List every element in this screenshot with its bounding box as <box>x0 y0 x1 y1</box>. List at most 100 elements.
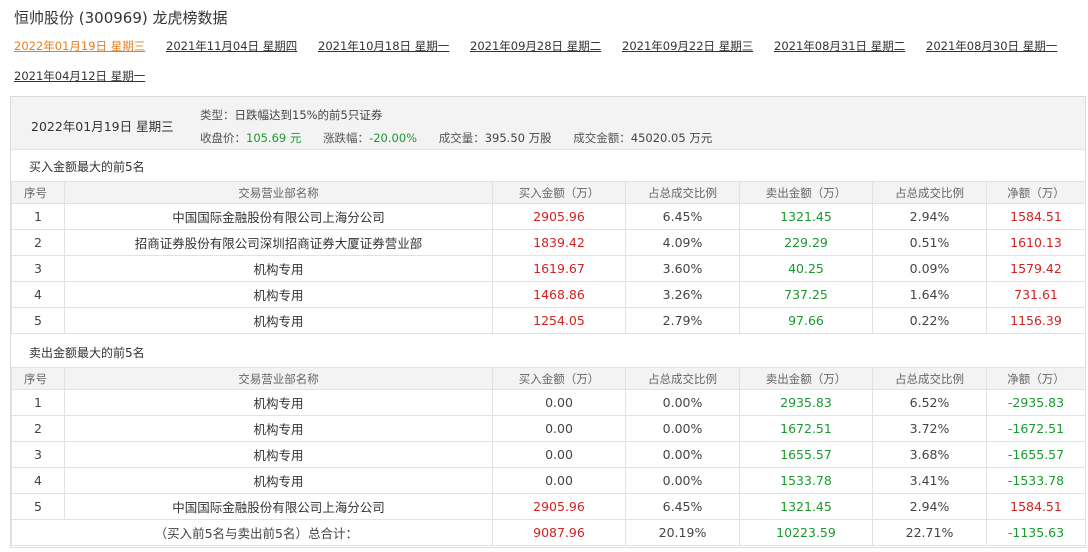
sell-amount: 737.25 <box>739 281 873 308</box>
total-sell-amount: 10223.59 <box>739 519 873 546</box>
row-index: 5 <box>11 307 65 334</box>
close-value: 105.69 元 <box>246 131 302 145</box>
table-row: 5 机构专用 1254.05 2.79% 97.66 0.22% 1156.39 <box>11 307 1086 334</box>
buy-amount: 1254.05 <box>492 307 626 334</box>
sell-amount: 1655.57 <box>739 441 873 468</box>
summary-type-line: 类型：日跌幅达到15%的前5只证券 <box>200 107 382 123</box>
buy-amount: 2905.96 <box>492 493 626 520</box>
buy-amount: 1839.42 <box>492 229 626 256</box>
buy-top5-table: 序号 交易营业部名称 买入金额（万） 占总成交比例 卖出金额（万） 占总成交比例… <box>11 181 1086 334</box>
broker-name: 招商证券股份有限公司深圳招商证券大厦证券营业部 <box>64 229 493 256</box>
row-index: 4 <box>11 467 65 494</box>
net-amount: 1584.51 <box>986 203 1086 230</box>
sell-amount: 229.29 <box>739 229 873 256</box>
date-tab-20211018[interactable]: 2021年10月18日 星期一 <box>318 38 449 54</box>
page-title: 恒帅股份 (300969) 龙虎榜数据 <box>14 9 228 27</box>
broker-name: 中国国际金融股份有限公司上海分公司 <box>64 203 493 230</box>
date-tab-20210928[interactable]: 2021年09月28日 星期二 <box>470 38 601 54</box>
date-tab-20220119[interactable]: 2022年01月19日 星期三 <box>14 38 145 54</box>
sell-top5-table: 序号 交易营业部名称 买入金额（万） 占总成交比例 卖出金额（万） 占总成交比例… <box>11 367 1086 546</box>
date-tab-20210922[interactable]: 2021年09月22日 星期三 <box>622 38 753 54</box>
sell-ratio: 2.94% <box>872 493 987 520</box>
buy-ratio: 0.00% <box>625 467 740 494</box>
sell-amount: 1321.45 <box>739 493 873 520</box>
col-header-buy-pct: 占总成交比例 <box>625 367 740 390</box>
col-header-sell-pct: 占总成交比例 <box>872 181 987 204</box>
close-label: 收盘价： <box>200 131 246 145</box>
volume-label: 成交量： <box>438 131 485 145</box>
buy-section-title: 买入金额最大的前5名 <box>29 160 145 174</box>
buy-ratio: 6.45% <box>625 203 740 230</box>
net-amount: 1584.51 <box>986 493 1086 520</box>
sell-ratio: 0.22% <box>872 307 987 334</box>
buy-amount: 0.00 <box>492 389 626 416</box>
table-row: 3 机构专用 1619.67 3.60% 40.25 0.09% 1579.42 <box>11 255 1086 282</box>
broker-name: 中国国际金融股份有限公司上海分公司 <box>64 493 493 520</box>
col-header-sell: 卖出金额（万） <box>739 181 873 204</box>
sell-ratio: 6.52% <box>872 389 987 416</box>
buy-amount: 1619.67 <box>492 255 626 282</box>
col-header-sell: 卖出金额（万） <box>739 367 873 390</box>
buy-amount: 2905.96 <box>492 203 626 230</box>
sell-amount: 97.66 <box>739 307 873 334</box>
table-row: 4 机构专用 1468.86 3.26% 737.25 1.64% 731.61 <box>11 281 1086 308</box>
col-header-index: 序号 <box>11 181 65 204</box>
row-index: 3 <box>11 255 65 282</box>
sell-ratio: 3.41% <box>872 467 987 494</box>
sell-section-title: 卖出金额最大的前5名 <box>29 346 145 360</box>
table-row: 2 机构专用 0.00 0.00% 1672.51 3.72% -1672.51 <box>11 415 1086 442</box>
dragon-tiger-panel: 2022年01月19日 星期三 类型：日跌幅达到15%的前5只证券 收盘价：10… <box>10 96 1086 548</box>
volume-value: 395.50 万股 <box>484 131 552 145</box>
table-row: 1 机构专用 0.00 0.00% 2935.83 6.52% -2935.83 <box>11 389 1086 416</box>
buy-amount: 0.00 <box>492 415 626 442</box>
date-tab-20210831[interactable]: 2021年08月31日 星期二 <box>774 38 905 54</box>
buy-ratio: 3.60% <box>625 255 740 282</box>
sell-amount: 1321.45 <box>739 203 873 230</box>
buy-ratio: 0.00% <box>625 441 740 468</box>
net-amount: -1672.51 <box>986 415 1086 442</box>
col-header-buy: 买入金额（万） <box>492 181 626 204</box>
table-header-row: 序号 交易营业部名称 买入金额（万） 占总成交比例 卖出金额（万） 占总成交比例… <box>11 367 1086 390</box>
amount-value: 45020.05 万元 <box>630 131 713 145</box>
buy-amount: 0.00 <box>492 441 626 468</box>
summary-box: 2022年01月19日 星期三 类型：日跌幅达到15%的前5只证券 收盘价：10… <box>11 97 1085 150</box>
buy-ratio: 0.00% <box>625 415 740 442</box>
net-amount: 1579.42 <box>986 255 1086 282</box>
date-tab-20210830[interactable]: 2021年08月30日 星期一 <box>926 38 1057 54</box>
net-amount: -2935.83 <box>986 389 1086 416</box>
sell-ratio: 3.68% <box>872 441 987 468</box>
total-buy-ratio: 20.19% <box>625 519 740 546</box>
net-amount: 1156.39 <box>986 307 1086 334</box>
sell-ratio: 0.09% <box>872 255 987 282</box>
broker-name: 机构专用 <box>64 415 493 442</box>
broker-name: 机构专用 <box>64 389 493 416</box>
amount-label: 成交金额： <box>573 131 631 145</box>
net-amount: 731.61 <box>986 281 1086 308</box>
sell-ratio: 2.94% <box>872 203 987 230</box>
buy-ratio: 2.79% <box>625 307 740 334</box>
sell-amount: 1533.78 <box>739 467 873 494</box>
buy-amount: 1468.86 <box>492 281 626 308</box>
broker-name: 机构专用 <box>64 281 493 308</box>
sell-amount: 40.25 <box>739 255 873 282</box>
col-header-name: 交易营业部名称 <box>64 367 493 390</box>
net-amount: -1533.78 <box>986 467 1086 494</box>
total-sell-ratio: 22.71% <box>872 519 987 546</box>
net-amount: 1610.13 <box>986 229 1086 256</box>
date-tab-20210412[interactable]: 2021年04月12日 星期一 <box>14 68 145 84</box>
broker-name: 机构专用 <box>64 255 493 282</box>
row-index: 1 <box>11 389 65 416</box>
date-tab-20211104[interactable]: 2021年11月04日 星期四 <box>166 38 297 54</box>
summary-stats-line: 收盘价：105.69 元 涨跌幅：-20.00% 成交量：395.50 万股 成… <box>200 130 730 146</box>
col-header-index: 序号 <box>11 367 65 390</box>
col-header-buy-pct: 占总成交比例 <box>625 181 740 204</box>
table-row: 4 机构专用 0.00 0.00% 1533.78 3.41% -1533.78 <box>11 467 1086 494</box>
broker-name: 机构专用 <box>64 441 493 468</box>
total-label: （买入前5名与卖出前5名）总合计： <box>11 519 493 546</box>
col-header-net: 净额（万） <box>986 181 1086 204</box>
broker-name: 机构专用 <box>64 467 493 494</box>
change-label: 涨跌幅： <box>323 131 370 145</box>
table-row: 2 招商证券股份有限公司深圳招商证券大厦证券营业部 1839.42 4.09% … <box>11 229 1086 256</box>
sell-ratio: 1.64% <box>872 281 987 308</box>
table-row: 1 中国国际金融股份有限公司上海分公司 2905.96 6.45% 1321.4… <box>11 203 1086 230</box>
